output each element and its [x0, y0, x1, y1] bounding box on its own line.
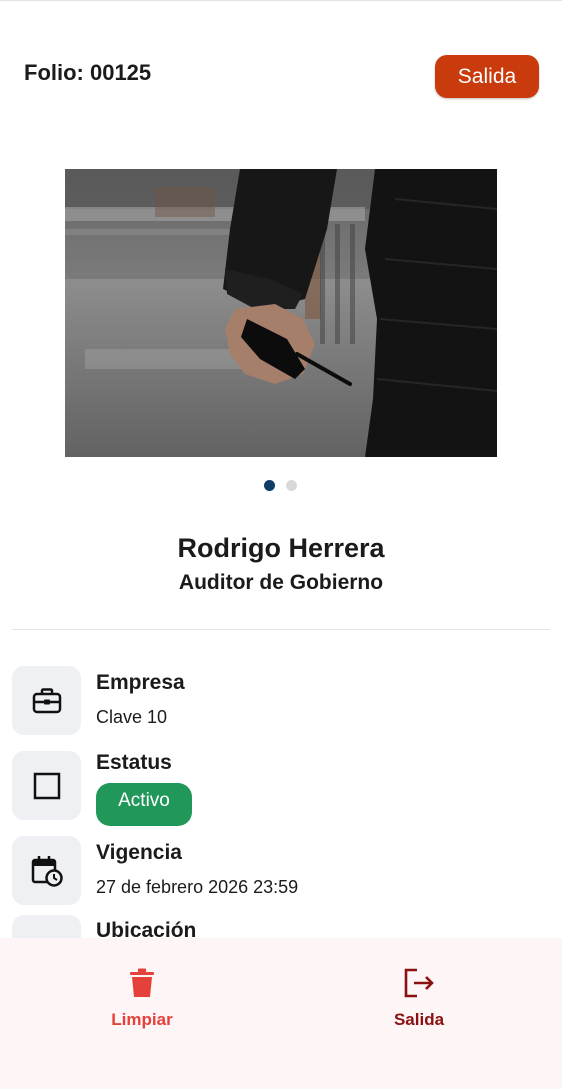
estatus-title: Estatus [96, 751, 172, 774]
folio-label: Folio: 00125 [24, 60, 152, 85]
exit-button[interactable]: Salida [435, 55, 539, 98]
square-icon [12, 751, 81, 820]
clear-button-label: Limpiar [111, 1010, 173, 1029]
menu-icon [12, 915, 81, 938]
clear-button[interactable]: Limpiar [72, 968, 212, 1048]
bottom-action-bar: Limpiar Salida [0, 938, 562, 1089]
logout-icon [404, 968, 434, 998]
status-badge: Activo [96, 783, 192, 826]
detail-ubicacion: Ubicación [12, 915, 550, 938]
top-divider [0, 0, 562, 1]
carousel-indicator [264, 480, 297, 491]
guard-photo[interactable] [65, 169, 497, 457]
details-list: Empresa Clave 10 Estatus Activo Vigencia… [0, 630, 562, 938]
detail-empresa: Empresa Clave 10 [12, 666, 550, 736]
calendar-clock-icon [12, 836, 81, 905]
empresa-value: Clave 10 [96, 707, 168, 727]
photo-illustration [65, 169, 497, 457]
screen: Folio: 00125 Salida Rodrigo Herrera Audi… [0, 0, 562, 1089]
trash-icon [130, 968, 154, 997]
person-role: Auditor de Gobierno [178, 571, 384, 594]
ubicacion-title: Ubicación [96, 919, 197, 938]
empresa-title: Empresa [96, 671, 185, 694]
vigencia-value: 27 de febrero 2026 23:59 [96, 877, 299, 897]
detail-vigencia: Vigencia 27 de febrero 2026 23:59 [12, 836, 550, 906]
briefcase-icon [12, 666, 81, 735]
person-name: Rodrigo Herrera [177, 533, 385, 563]
carousel-dot-1[interactable] [264, 480, 275, 491]
carousel-dot-2[interactable] [286, 480, 297, 491]
vigencia-title: Vigencia [96, 841, 182, 864]
logout-button-label: Salida [393, 1010, 445, 1029]
logout-button[interactable]: Salida [349, 968, 489, 1048]
